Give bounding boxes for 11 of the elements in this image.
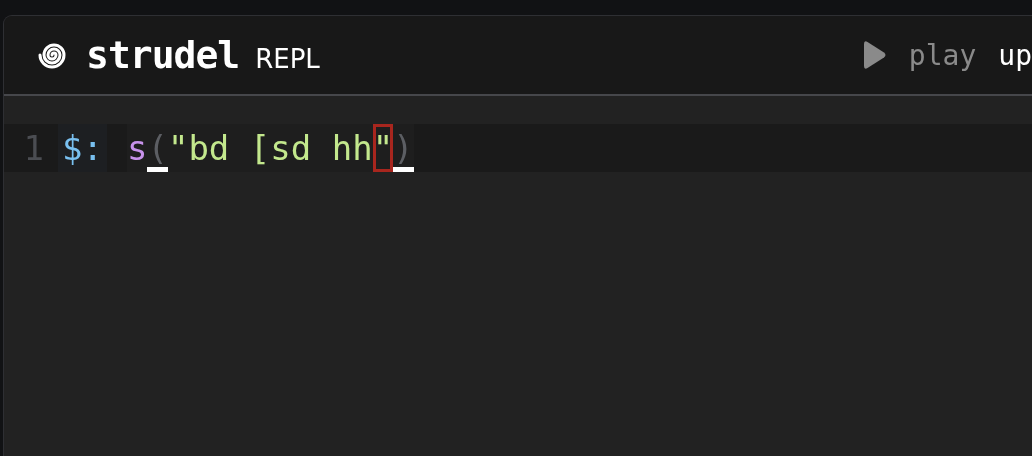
highlighted-token: " (372, 124, 394, 172)
code-label: $: (58, 124, 107, 172)
code-token: "bd [sd hh (167, 127, 373, 170)
update-button[interactable]: up (998, 38, 1032, 72)
code-token: s (126, 127, 148, 170)
app-title: strudel (86, 33, 240, 77)
play-button[interactable]: play (860, 38, 977, 72)
app-subtitle: REPL (255, 44, 320, 74)
line-number: 1 (22, 128, 44, 168)
matched-bracket: ( (147, 124, 168, 172)
matched-bracket: ) (393, 124, 414, 172)
